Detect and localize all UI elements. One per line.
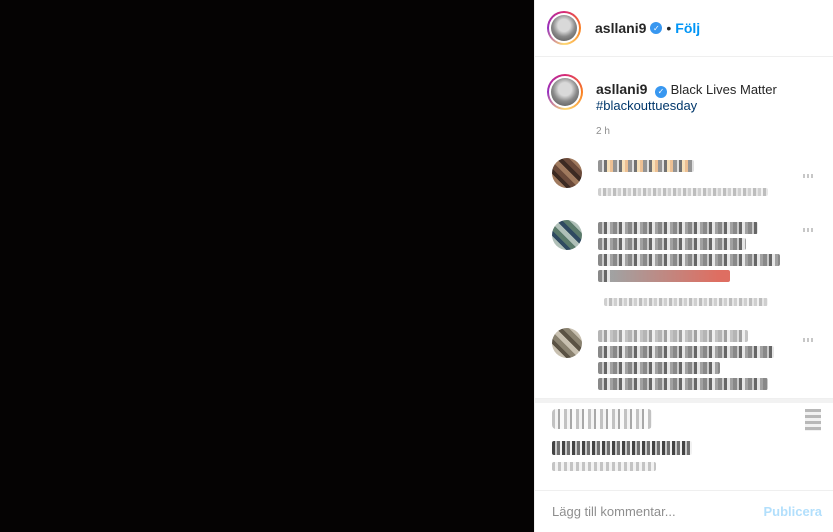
comment-text — [598, 270, 730, 282]
more-options-icon[interactable] — [803, 338, 813, 342]
comment-avatar[interactable] — [552, 220, 582, 250]
likes-count[interactable] — [552, 441, 692, 455]
comment-avatar[interactable] — [552, 328, 582, 358]
comment-text — [598, 362, 720, 374]
comment-text — [598, 222, 758, 234]
post-sidebar: asllani9 ✓ • Följ asllani9 ✓ Black Lives… — [534, 0, 833, 532]
post-caption: asllani9 ✓ Black Lives Matter #blackoutt… — [547, 74, 822, 114]
caption-username[interactable]: asllani9 — [596, 81, 647, 97]
bookmark-icon[interactable] — [805, 409, 821, 431]
verified-badge-icon: ✓ — [650, 22, 663, 34]
comment-input[interactable] — [552, 504, 764, 519]
comment-avatar[interactable] — [552, 158, 582, 188]
post-actions — [535, 398, 833, 490]
comment-meta — [598, 188, 768, 196]
verified-badge-icon: ✓ — [655, 86, 667, 98]
comment-text — [598, 254, 780, 266]
comment-text — [598, 238, 746, 250]
like-comment-share-icons[interactable] — [552, 409, 652, 429]
post-date — [552, 462, 656, 471]
comment-text — [598, 378, 768, 390]
more-options-icon[interactable] — [803, 228, 813, 232]
author-avatar[interactable] — [547, 11, 581, 45]
more-options-icon[interactable] — [803, 174, 813, 178]
comment-text — [598, 346, 774, 358]
comment-text — [598, 330, 748, 342]
comment-text — [598, 160, 694, 172]
caption-hashtag[interactable]: #blackouttuesday — [596, 98, 777, 114]
publish-button[interactable]: Publicera — [763, 504, 822, 519]
section-divider — [535, 399, 833, 403]
comment-meta — [604, 298, 768, 306]
post-header: asllani9 ✓ • Följ — [535, 0, 833, 57]
add-comment-bar: Publicera — [535, 490, 833, 532]
author-username[interactable]: asllani9 — [595, 20, 646, 36]
post-media[interactable] — [0, 0, 534, 532]
separator-dot: • — [666, 20, 672, 36]
caption-timestamp: 2 h — [596, 126, 610, 137]
caption-avatar[interactable] — [547, 74, 583, 110]
caption-text: Black Lives Matter — [670, 82, 777, 97]
follow-button[interactable]: Följ — [675, 20, 700, 36]
